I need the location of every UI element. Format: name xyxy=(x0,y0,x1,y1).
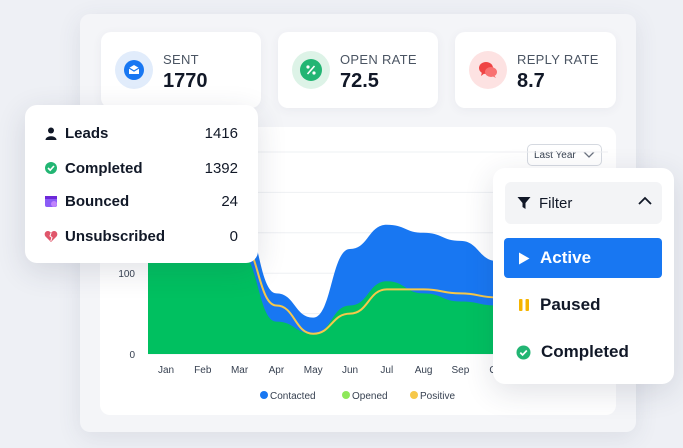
filter-title: Filter xyxy=(539,194,573,212)
filter-option-paused[interactable]: Paused xyxy=(504,285,662,325)
x-tick-label: Feb xyxy=(194,365,212,376)
filter-dropdown: Filter Active Paused Completed xyxy=(493,168,674,384)
summary-value: 1392 xyxy=(204,159,238,177)
y-tick-label: 0 xyxy=(129,350,135,361)
x-tick-label: Aug xyxy=(415,365,433,376)
summary-value: 0 xyxy=(229,227,238,245)
filter-option-active[interactable]: Active xyxy=(504,238,662,278)
check-circle-icon xyxy=(43,160,59,176)
legend-label: Contacted xyxy=(270,391,316,402)
legend-marker xyxy=(260,391,268,399)
summary-row-bounced: Bounced 24 xyxy=(43,190,238,212)
x-tick-label: Jun xyxy=(342,365,358,376)
funnel-icon xyxy=(517,196,531,210)
filter-option-completed[interactable]: Completed xyxy=(504,332,662,372)
x-tick-label: Sep xyxy=(452,365,470,376)
play-icon xyxy=(518,252,530,265)
summary-label: Leads xyxy=(65,124,109,142)
summary-row-completed: Completed 1392 xyxy=(43,157,238,179)
filter-option-label: Completed xyxy=(541,342,629,361)
filter-option-label: Active xyxy=(540,248,592,267)
calendar-x-icon xyxy=(43,193,59,209)
summary-label: Completed xyxy=(65,159,143,177)
x-tick-label: Apr xyxy=(269,365,285,376)
summary-card: Leads 1416 Completed 1392 Bounced 24 Uns… xyxy=(25,105,258,263)
x-tick-label: Jan xyxy=(158,365,174,376)
legend-label: Opened xyxy=(352,391,388,402)
legend-marker xyxy=(342,391,350,399)
summary-label: Unsubscribed xyxy=(65,227,166,245)
filter-option-label: Paused xyxy=(540,295,601,314)
chevron-up-icon xyxy=(638,196,652,206)
user-icon xyxy=(43,125,59,141)
legend-label: Positive xyxy=(420,391,455,402)
legend-marker xyxy=(410,391,418,399)
x-tick-label: May xyxy=(304,365,323,376)
summary-value: 1416 xyxy=(204,124,238,142)
summary-row-unsubscribed: Unsubscribed 0 xyxy=(43,225,238,247)
summary-label: Bounced xyxy=(65,192,130,210)
summary-row-leads: Leads 1416 xyxy=(43,122,238,144)
broken-heart-icon xyxy=(43,228,59,244)
filter-toggle[interactable]: Filter xyxy=(505,182,662,224)
x-tick-label: Mar xyxy=(231,365,249,376)
x-tick-label: Jul xyxy=(380,365,393,376)
pause-icon xyxy=(518,298,530,312)
check-circle-icon xyxy=(516,345,531,360)
summary-value: 24 xyxy=(221,192,238,210)
y-tick-label: 100 xyxy=(118,269,135,280)
